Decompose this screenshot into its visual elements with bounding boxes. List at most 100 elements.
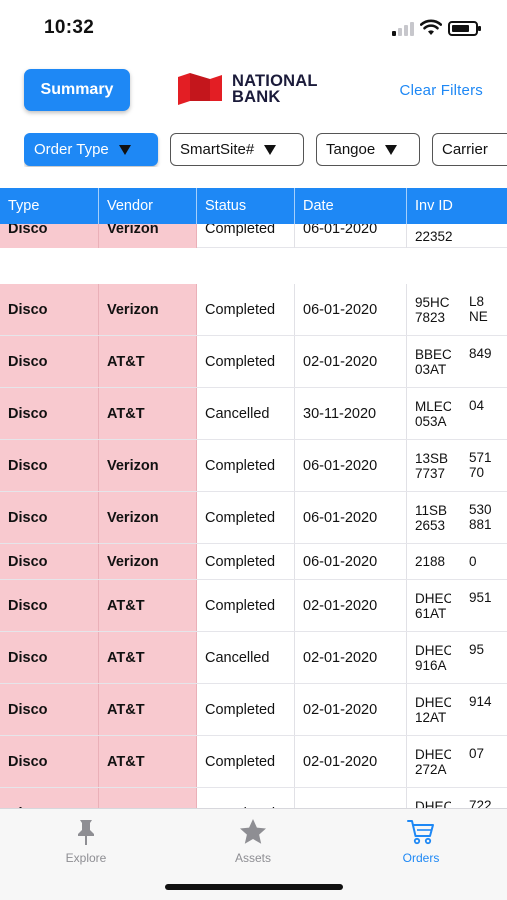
star-icon — [240, 819, 266, 844]
cell-status: Completed — [197, 788, 295, 808]
filter-carrier[interactable]: Carrier — [432, 133, 507, 166]
cell-inv-id-overflow: L8 NE — [469, 294, 488, 324]
table-row[interactable]: Disco AT&T Cancelled 02-01-2020 DHEC 916A 95 — [0, 632, 507, 684]
home-indicator[interactable] — [165, 884, 343, 890]
cell-inv-id-overflow: 849 — [469, 346, 492, 361]
cell-vendor: AT&T — [99, 736, 197, 787]
cell-status: Completed — [197, 440, 295, 491]
cell-inv-id: MLEC 053A — [415, 398, 451, 429]
cell-status: Completed — [197, 284, 295, 335]
cellular-signal-icon — [392, 22, 414, 36]
inv-id-gap — [451, 336, 465, 387]
column-header-inv-id[interactable]: Inv ID — [407, 188, 507, 224]
cell-date: 02-01-2020 — [295, 632, 407, 683]
inv-id-gap — [451, 492, 465, 543]
cell-vendor: AT&T — [99, 788, 197, 808]
orders-table[interactable]: Type Vendor Status Date Inv ID Disco Ver… — [0, 188, 507, 808]
cell-vendor: Verizon — [99, 492, 197, 543]
cell-status: Completed — [197, 580, 295, 631]
cell-date: 02-01-2020 — [295, 684, 407, 735]
inv-id-gap — [451, 736, 465, 787]
column-header-vendor[interactable]: Vendor — [99, 188, 197, 224]
cell-vendor: Verizon — [99, 440, 197, 491]
table-row[interactable]: Disco AT&T Completed 02-01-2020 DHEC 61AT 951 — [0, 580, 507, 632]
inv-id-gap — [451, 544, 465, 579]
cell-inv-id: DHEC 916A — [415, 642, 451, 673]
cell-inv-id: 11SB 2653 — [415, 502, 448, 533]
caret-down-icon — [385, 144, 398, 155]
cell-vendor: AT&T — [99, 580, 197, 631]
cell-inv-id-overflow: 07 — [469, 746, 485, 761]
inv-id-gap — [451, 580, 465, 631]
cell-type: Disco — [0, 284, 99, 335]
cell-date: 02-01-2020 — [295, 788, 407, 808]
cell-date: 02-01-2020 — [295, 580, 407, 631]
tab-assets[interactable]: Assets — [203, 817, 303, 865]
wifi-icon — [420, 19, 442, 35]
tab-orders[interactable]: Orders — [371, 817, 471, 865]
cell-inv-id-overflow: 914 — [469, 694, 492, 709]
table-row[interactable]: Disco AT&T Completed 02-01-2020 DHEC 272A 07 — [0, 736, 507, 788]
filter-tangoe[interactable]: Tangoe — [316, 133, 420, 166]
status-bar: 10:32 — [0, 0, 507, 56]
column-header-type[interactable]: Type — [0, 188, 99, 224]
summary-button[interactable]: Summary — [24, 69, 130, 111]
tab-bar: Explore Assets Orders — [0, 808, 507, 900]
table-row[interactable]: Disco AT&T Completed 02-01-2020 DHEC 12AT 914 — [0, 684, 507, 736]
table-row[interactable]: Disco AT&T Completed 02-01-2020 BBEC 03AT 849 — [0, 336, 507, 388]
inv-id-gap — [451, 388, 465, 439]
cell-status: Completed — [197, 492, 295, 543]
cell-status: Completed — [197, 736, 295, 787]
cell-vendor: AT&T — [99, 336, 197, 387]
cell-inv-id: DHEC 61AT — [415, 590, 451, 621]
table-row[interactable]: Disco Verizon Completed 06-01-2020 13SB 7737… — [0, 440, 507, 492]
cell-inv-id: DHEC 272A — [415, 746, 451, 777]
clear-filters-link[interactable]: Clear Filters — [400, 82, 483, 99]
table-row[interactable]: DiscoAT&TCompleted02-01-2020 DHEC 18AT 722 — [0, 788, 507, 808]
pin-icon — [78, 820, 94, 845]
cell-inv-id: 95HC 7823 — [415, 294, 450, 325]
filter-order-type[interactable]: Order Type — [24, 133, 158, 166]
cell-inv-id-overflow: 571 70 — [469, 450, 492, 480]
national-bank-logo: NATIONAL BANK — [176, 70, 326, 106]
table-header: Type Vendor Status Date Inv ID — [0, 188, 507, 224]
cell-date: 02-01-2020 — [295, 336, 407, 387]
cell-inv-id-overflow: 722 — [469, 798, 492, 808]
cell-type: Disco — [0, 440, 99, 491]
cell-inv-id-overflow: 951 — [469, 590, 492, 605]
inv-id-gap — [451, 440, 465, 491]
table-row[interactable]: Disco Verizon Completed 06-01-2020 95HC 7823… — [0, 284, 507, 336]
cell-status: Completed — [197, 336, 295, 387]
table-row[interactable]: Disco Verizon Completed 06-01-2020 2188 0 — [0, 544, 507, 580]
cell-inv-id-overflow: 95 — [469, 642, 485, 657]
inv-id-gap — [451, 632, 465, 683]
cell-date: 06-01-2020 — [295, 284, 407, 335]
cell-type: Disco — [0, 632, 99, 683]
table-row[interactable]: Disco Verizon Completed 06-01-2020 22352 — [0, 210, 507, 248]
filter-row: Order Type SmartSite# Tangoe Carrier — [24, 133, 507, 167]
column-header-date[interactable]: Date — [295, 188, 407, 224]
cell-date: 06-01-2020 — [295, 440, 407, 491]
cell-vendor: AT&T — [99, 388, 197, 439]
cell-inv-id-overflow: 530 881 — [469, 502, 492, 532]
tab-explore[interactable]: Explore — [36, 817, 136, 865]
caret-down-icon — [264, 144, 277, 155]
cell-inv-id-overflow: 0 — [469, 554, 477, 569]
cell-status: Cancelled — [197, 388, 295, 439]
cell-inv-id: 22352 — [415, 228, 453, 244]
inv-id-gap — [451, 788, 465, 808]
table-row[interactable]: Disco Verizon Completed 06-01-2020 11SB 2653… — [0, 492, 507, 544]
cell-type: Disco — [0, 580, 99, 631]
cell-vendor: Verizon — [99, 544, 197, 579]
filter-smartsite[interactable]: SmartSite# — [170, 133, 304, 166]
national-bank-flag-icon — [178, 73, 222, 105]
column-header-status[interactable]: Status — [197, 188, 295, 224]
cell-inv-id: 13SB 7737 — [415, 450, 449, 481]
cell-inv-id-overflow: 04 — [469, 398, 485, 413]
cell-type: Disco — [0, 684, 99, 735]
inv-id-gap — [451, 284, 465, 335]
cell-date: 06-01-2020 — [295, 492, 407, 543]
cell-date: 02-01-2020 — [295, 736, 407, 787]
cell-vendor: AT&T — [99, 684, 197, 735]
table-row[interactable]: Disco AT&T Cancelled 30-11-2020 MLEC 053A 04 — [0, 388, 507, 440]
